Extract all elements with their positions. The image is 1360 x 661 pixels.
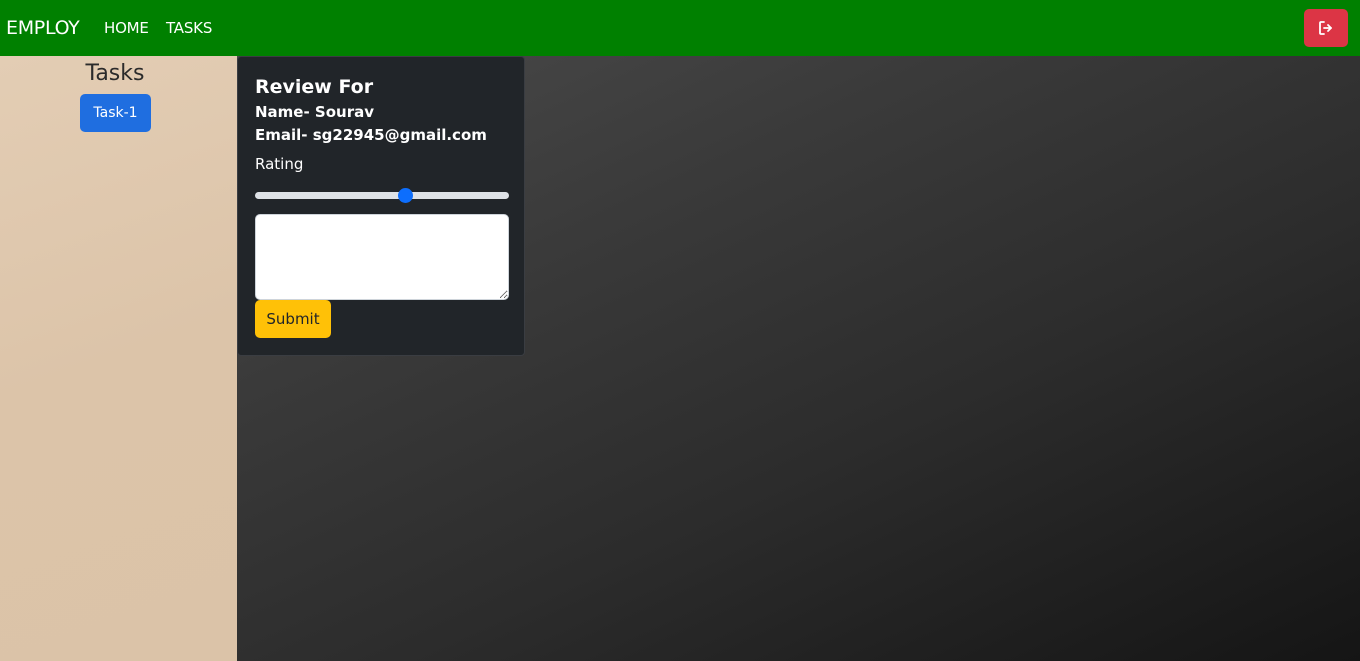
rating-slider-thumb[interactable] — [397, 188, 413, 203]
task-1-button[interactable]: Task-1 — [80, 94, 151, 132]
sign-out-icon — [1319, 21, 1332, 35]
rating-slider[interactable] — [255, 188, 509, 203]
employee-name: Name- Sourav — [255, 103, 375, 121]
nav-link-tasks[interactable]: TASKS — [166, 19, 212, 37]
logout-button[interactable] — [1304, 9, 1348, 47]
submit-button[interactable]: Submit — [255, 300, 331, 338]
employee-email: Email- sg22945@gmail.com — [255, 126, 487, 144]
review-title: Review For — [255, 76, 374, 98]
brand-logo[interactable]: EMPLOY — [6, 16, 80, 40]
review-textarea[interactable] — [255, 214, 509, 300]
tasks-sidebar: Tasks Task-1 — [0, 56, 237, 661]
review-card: Review For Name- Sourav Email- sg22945@g… — [237, 56, 525, 356]
rating-label: Rating — [255, 155, 304, 173]
top-navbar: EMPLOY HOME TASKS — [0, 0, 1360, 56]
main-content: Review For Name- Sourav Email- sg22945@g… — [237, 56, 1360, 661]
sidebar-title: Tasks — [85, 61, 145, 86]
nav-link-home[interactable]: HOME — [104, 19, 149, 37]
